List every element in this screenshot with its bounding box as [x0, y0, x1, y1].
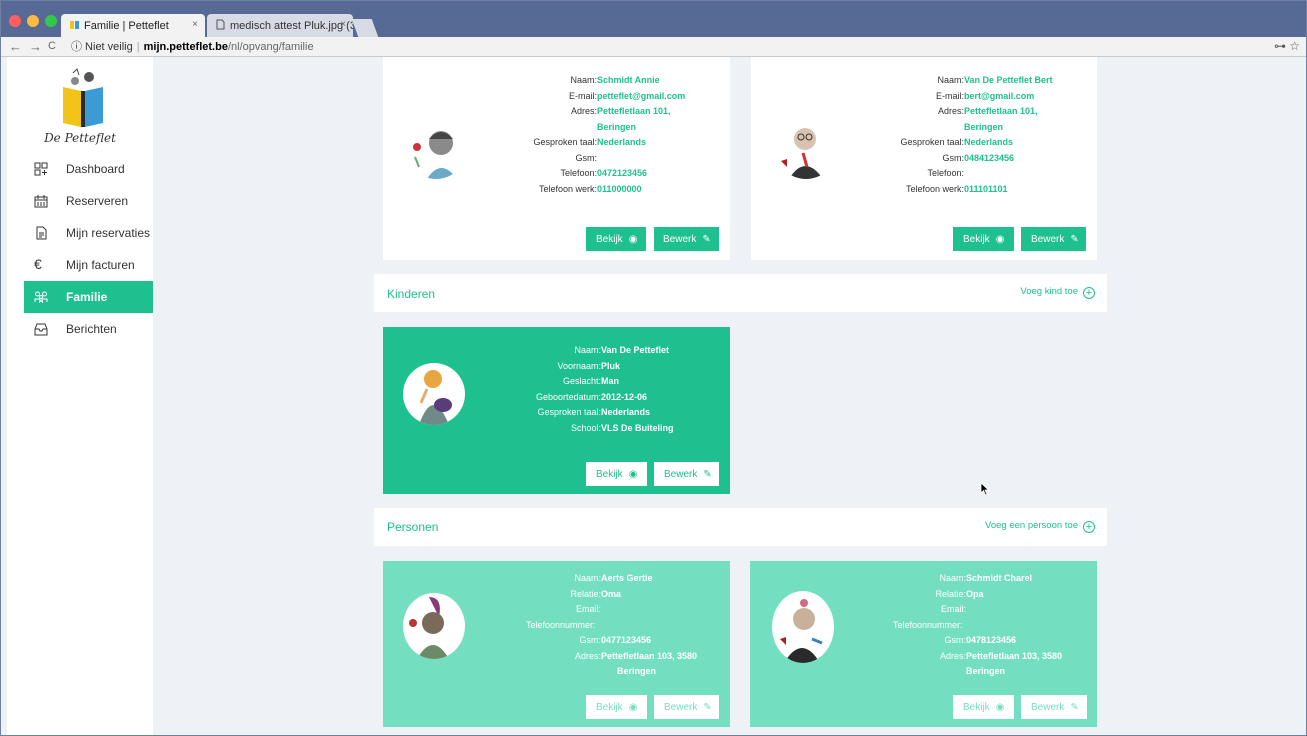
tab-close-icon[interactable]: × [192, 19, 198, 30]
tab-title: Familie | Petteflet [84, 20, 169, 32]
edit-button[interactable]: Bewerk ✎ [1021, 695, 1087, 719]
sidebar: De Petteflet Dashboard Reserveren Mijn r… [7, 57, 153, 735]
sidebar-item-label: Dashboard [66, 162, 125, 176]
personen-header: Personen Voeg een persoon toe + [374, 508, 1107, 546]
reload-icon[interactable]: C [48, 40, 56, 52]
url-path: /nl/opvang/familie [227, 41, 314, 53]
edit-button[interactable]: Bewerk ✎ [1021, 227, 1086, 251]
edit-button[interactable]: Bewerk ✎ [654, 695, 719, 719]
child-avatar [403, 363, 465, 425]
eye-icon: ◉ [995, 702, 1005, 713]
bookmark-star-icon[interactable]: ☆ [1289, 39, 1300, 53]
tab-familie[interactable]: Familie | Petteflet × [61, 14, 205, 37]
pencil-icon: ✎ [703, 702, 712, 713]
pencil-icon: ✎ [703, 469, 712, 480]
parent-avatar [775, 117, 837, 179]
eye-icon: ◉ [628, 469, 638, 480]
sidebar-item-dashboard[interactable]: Dashboard [24, 153, 153, 185]
section-title: Kinderen [387, 287, 436, 301]
back-icon[interactable]: ← [9, 39, 22, 54]
sidebar-item-reserveren[interactable]: Reserveren [24, 185, 153, 217]
sidebar-item-label: Reserveren [66, 194, 129, 208]
sidebar-item-mijn-reservaties[interactable]: Mijn reservaties [24, 217, 153, 249]
edit-button[interactable]: Bewerk ✎ [654, 462, 719, 486]
family-icon [34, 290, 48, 304]
security-indicator[interactable]: ⓘ Niet veilig [71, 41, 133, 53]
person-info: Naam:Schmidt Charel Relatie:Opa Email: T… [893, 573, 1063, 676]
person-avatar [403, 593, 465, 659]
tab-medisch-attest[interactable]: medisch attest Pluk.jpg (354× × [207, 14, 353, 37]
child-card: Naam:Van De Petteflet Voornaam:Pluk Gesl… [383, 327, 730, 494]
edit-button[interactable]: Bewerk ✎ [654, 227, 719, 251]
mouse-cursor-icon [980, 482, 990, 501]
browser-window: Familie | Petteflet × medisch attest Plu… [0, 0, 1307, 736]
tab-close-icon[interactable]: × [340, 19, 346, 30]
logo-text: De Petteflet [44, 131, 116, 145]
section-title: Personen [387, 520, 439, 534]
sidebar-item-label: Mijn reservaties [66, 226, 151, 240]
plus-circle-icon: + [1083, 521, 1095, 533]
forward-icon[interactable]: → [29, 39, 42, 54]
key-icon[interactable]: ⊶ [1274, 39, 1286, 53]
parent-avatar [405, 117, 467, 179]
view-button[interactable]: Bekijk ◉ [953, 227, 1014, 251]
sidebar-item-berichten[interactable]: Berichten [24, 313, 153, 345]
view-button[interactable]: Bekijk ◉ [953, 695, 1014, 719]
tab-title: medisch attest Pluk.jpg (354× [230, 20, 353, 32]
sidebar-item-familie[interactable]: Familie [24, 281, 153, 313]
add-child-button[interactable]: Voeg kind toe + [1020, 286, 1095, 299]
person-card: Naam:Aerts Gertie Relatie:Oma Email: Tel… [383, 561, 730, 727]
document-icon [34, 226, 48, 240]
euro-icon: € [34, 256, 42, 272]
pencil-icon: ✎ [1070, 702, 1079, 713]
dashboard-icon [34, 162, 48, 176]
document-icon [215, 19, 226, 30]
pencil-icon: ✎ [702, 234, 711, 245]
parent-info: Naam:Van De Petteflet Bert E-mail:bert@g… [900, 75, 1053, 194]
sidebar-item-label: Berichten [66, 322, 117, 336]
close-window-button[interactable] [9, 15, 21, 27]
calendar-icon [34, 194, 48, 208]
view-button[interactable]: Bekijk ◉ [586, 462, 647, 486]
eye-icon: ◉ [995, 234, 1005, 245]
sidebar-item-label: Familie [66, 290, 108, 304]
eye-icon: ◉ [628, 702, 638, 713]
add-person-button[interactable]: Voeg een persoon toe + [985, 520, 1095, 533]
address-bar: ← → C ⓘ Niet veilig | mijn.petteflet.be/nl… [1, 37, 1306, 57]
view-button[interactable]: Bekijk ◉ [586, 695, 647, 719]
person-card: Naam:Schmidt Charel Relatie:Opa Email: T… [750, 561, 1097, 727]
pencil-icon: ✎ [1070, 234, 1079, 245]
plus-circle-icon: + [1083, 287, 1095, 299]
tab-bar: Familie | Petteflet × medisch attest Plu… [1, 1, 1306, 37]
minimize-window-button[interactable] [27, 15, 39, 27]
new-tab-button[interactable] [351, 19, 379, 37]
url-field[interactable]: ⓘ Niet veilig | mijn.petteflet.be/nl/opvan… [63, 39, 1301, 55]
inbox-icon [34, 322, 48, 336]
kinderen-header: Kinderen Voeg kind toe + [374, 274, 1107, 312]
person-info: Naam:Aerts Gertie Relatie:Oma Email: Tel… [526, 573, 698, 676]
eye-icon: ◉ [628, 234, 638, 245]
view-button[interactable]: Bekijk ◉ [586, 227, 646, 251]
parent-card: Naam:Schmidt Annie E-mail:petteflet@gmai… [383, 57, 730, 260]
url-host: mijn.petteflet.be [143, 41, 228, 53]
parent-info: Naam:Schmidt Annie E-mail:petteflet@gmai… [533, 75, 686, 194]
child-info: Naam:Van De Petteflet Voornaam:Pluk Gesl… [535, 345, 674, 433]
favicon-icon [69, 19, 80, 30]
sidebar-item-label: Mijn facturen [66, 258, 135, 272]
sidebar-item-mijn-facturen[interactable]: € Mijn facturen [24, 249, 153, 281]
parent-card: Naam:Van De Petteflet Bert E-mail:bert@g… [751, 57, 1097, 260]
person-avatar [772, 591, 834, 663]
zoom-window-button[interactable] [45, 15, 57, 27]
